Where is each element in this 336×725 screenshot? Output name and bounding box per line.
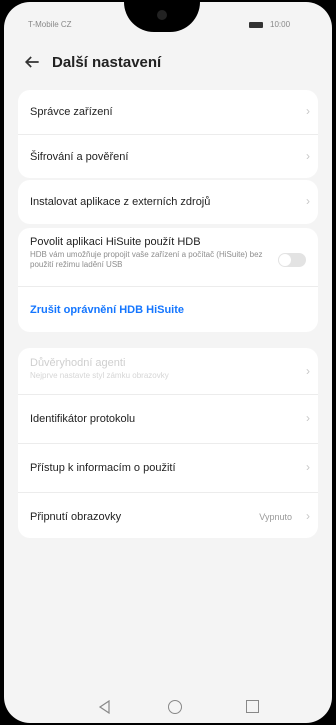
nav-back-icon[interactable] — [98, 700, 112, 714]
row-label: Připnutí obrazovky — [30, 511, 122, 523]
app-bar: Další nastavení — [4, 44, 332, 82]
row-revoke-hdb[interactable]: Zrušit oprávnění HDB HiSuite — [18, 287, 318, 332]
row-subtitle: HDB vám umožňuje propojit vaše zařízení … — [30, 250, 263, 269]
card-external: Instalovat aplikace z externích zdrojů › — [18, 180, 318, 224]
chevron-right-icon: › — [306, 364, 310, 378]
row-external-sources[interactable]: Instalovat aplikace z externích zdrojů › — [18, 180, 318, 224]
row-label: Zrušit oprávnění HDB HiSuite — [30, 304, 185, 316]
row-label: Přístup k informacím o použití — [30, 462, 176, 474]
row-trusted-agents: Důvěryhodní agenti Nejprve nastavte styl… — [18, 348, 318, 395]
row-label: Povolit aplikaci HiSuite použít HDB — [30, 236, 201, 248]
card-security: Důvěryhodní agenti Nejprve nastavte styl… — [18, 348, 318, 538]
row-label: Důvěryhodní agenti — [30, 357, 126, 369]
row-sifrovani[interactable]: Šifrování a pověření › — [18, 135, 318, 178]
chevron-right-icon: › — [306, 411, 310, 425]
carrier-label: T-Mobile CZ — [28, 20, 72, 29]
camera-icon — [157, 10, 167, 20]
row-subtitle: Nejprve nastavte styl zámku obrazovky — [30, 371, 169, 380]
chevron-right-icon: › — [306, 149, 310, 163]
row-spravce-zarizeni[interactable]: Správce zařízení › — [18, 90, 318, 135]
nav-home-icon[interactable] — [168, 700, 182, 714]
chevron-right-icon: › — [306, 509, 310, 523]
row-label: Identifikátor protokolu — [30, 413, 136, 425]
chevron-right-icon: › — [306, 194, 310, 208]
toggle-knob — [279, 254, 291, 266]
time-label: 10:00 — [270, 20, 291, 29]
row-hdb-permission[interactable]: Povolit aplikaci HiSuite použít HDB HDB … — [18, 228, 318, 287]
navigation-bar — [4, 692, 332, 722]
row-usage-access[interactable]: Přístup k informacím o použití › — [18, 444, 318, 493]
screen: T-Mobile CZ 10:00 Další nastavení Správc… — [4, 2, 332, 723]
phone-frame: T-Mobile CZ 10:00 Další nastavení Správc… — [0, 0, 336, 725]
chevron-right-icon: › — [306, 460, 310, 474]
battery-icon — [249, 22, 263, 28]
card-hdb: Povolit aplikaci HiSuite použít HDB HDB … — [18, 228, 318, 332]
chevron-right-icon: › — [306, 104, 310, 118]
page-title: Další nastavení — [52, 54, 162, 71]
nav-recent-apps-icon[interactable] — [246, 700, 259, 713]
row-label: Šifrování a pověření — [30, 151, 129, 163]
back-arrow-icon[interactable] — [22, 52, 42, 72]
status-bar: T-Mobile CZ 10:00 — [4, 2, 332, 42]
screen-pinning-value: Vypnuto — [259, 512, 292, 522]
camera-notch — [124, 2, 200, 32]
row-label: Instalovat aplikace z externích zdrojů — [30, 196, 211, 208]
hdb-toggle[interactable] — [278, 253, 306, 267]
row-label: Správce zařízení — [30, 106, 113, 118]
row-protocol-identifier[interactable]: Identifikátor protokolu › — [18, 395, 318, 444]
row-screen-pinning[interactable]: Připnutí obrazovky Vypnuto › — [18, 493, 318, 538]
card-device: Správce zařízení › Šifrování a pověření … — [18, 90, 318, 178]
